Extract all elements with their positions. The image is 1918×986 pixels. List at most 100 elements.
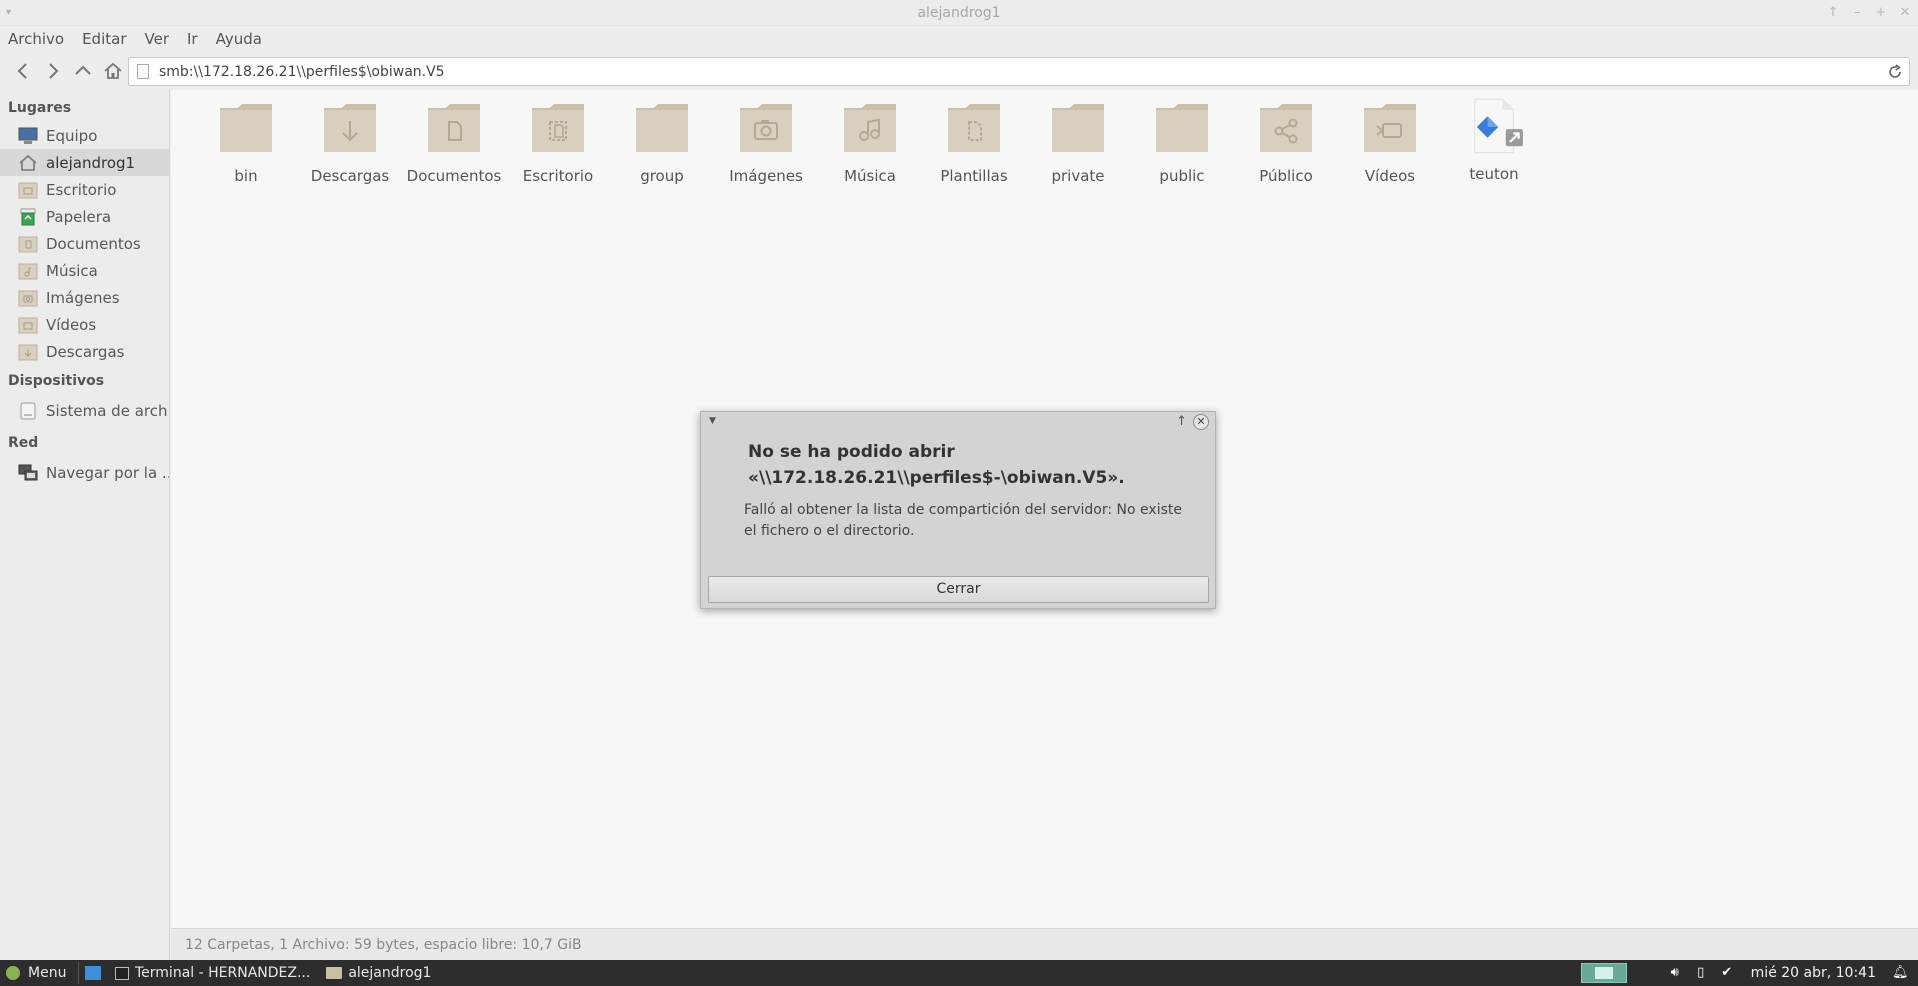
update-check-icon[interactable]: ✔ <box>1719 965 1735 981</box>
file-item-name: group <box>640 167 684 185</box>
system-tray: 🔊︎ ▯ ✔ mié 20 abr, 10:41 🔔︎ <box>1580 960 1918 986</box>
back-button[interactable] <box>8 56 38 86</box>
file-item-plantillas[interactable]: Plantillas <box>922 100 1026 190</box>
start-menu-button[interactable]: Menu <box>0 965 72 981</box>
trash-icon <box>18 208 38 226</box>
sidebar-item-label: Navegar por la ... <box>46 464 169 482</box>
volume-icon[interactable]: 🔊︎ <box>1667 965 1683 981</box>
location-bar[interactable]: smb:\\172.18.26.21\\perfiles$\obiwan.V5 <box>128 57 1910 86</box>
menu-ayuda[interactable]: Ayuda <box>216 30 262 48</box>
network-icon <box>18 464 38 482</box>
videos-folder-icon <box>1364 104 1416 152</box>
taskbar-task-terminal[interactable]: Terminal - HERNANDEZ... <box>107 960 318 986</box>
battery-icon[interactable]: ▯ <box>1693 965 1709 981</box>
parent-folder-button[interactable] <box>68 56 98 86</box>
sidebar-item-imagenes[interactable]: Imágenes <box>0 284 169 311</box>
sidebar-item-label: Imágenes <box>46 288 120 307</box>
window-maximize-icon[interactable]: + <box>1874 0 1888 26</box>
file-item-name: Público <box>1259 167 1313 185</box>
file-item-musica[interactable]: Música <box>818 100 922 190</box>
file-item-public[interactable]: public <box>1130 100 1234 190</box>
public-share-folder-icon <box>1260 104 1312 152</box>
sidebar-item-label: Vídeos <box>46 315 97 334</box>
sidebar-item-label: Equipo <box>46 126 98 145</box>
documents-folder-icon <box>18 235 38 253</box>
chevron-right-icon <box>49 63 59 79</box>
menu-editar[interactable]: Editar <box>82 30 126 48</box>
sidebar-item-musica[interactable]: Música <box>0 257 169 284</box>
taskbar: Menu Terminal - HERNANDEZ... alejandrog1… <box>0 960 1918 986</box>
forward-button[interactable] <box>38 56 68 86</box>
menu-ir[interactable]: Ir <box>187 30 198 48</box>
close-button[interactable]: Cerrar <box>708 576 1209 603</box>
dialog-close-icon[interactable]: ✕ <box>1193 414 1209 430</box>
clock[interactable]: mié 20 abr, 10:41 <box>1745 965 1882 981</box>
sidebar-item-filesystem[interactable]: Sistema de arch... <box>0 395 169 427</box>
taskbar-task-file-manager[interactable]: alejandrog1 <box>318 960 439 986</box>
dialog-above-icon[interactable]: ↑ <box>1176 414 1187 429</box>
sidebar-item-papelera[interactable]: Papelera <box>0 203 169 230</box>
notifications-bell-icon[interactable]: 🔔︎ <box>1892 965 1909 981</box>
folder-icon <box>1156 104 1208 152</box>
templates-folder-icon <box>948 104 1000 152</box>
menu-archivo[interactable]: Archivo <box>8 30 64 48</box>
file-item-private[interactable]: private <box>1026 100 1130 190</box>
sidebar-item-browse-network[interactable]: Navegar por la ... <box>0 457 169 489</box>
reload-icon[interactable] <box>1887 64 1903 80</box>
home-button[interactable] <box>98 56 128 86</box>
menubar: Archivo Editar Ver Ir Ayuda <box>0 26 1918 52</box>
show-desktop-icon[interactable] <box>85 966 101 980</box>
file-item-documentos[interactable]: Documentos <box>402 100 506 190</box>
file-item-videos[interactable]: Vídeos <box>1338 100 1442 190</box>
documents-folder-icon <box>428 104 480 152</box>
file-item-name: teuton <box>1469 165 1519 183</box>
sidebar-item-descargas[interactable]: Descargas <box>0 338 169 365</box>
chevron-left-icon <box>17 63 27 79</box>
videos-folder-icon <box>18 316 38 334</box>
sidebar: Lugares Equipo alejandrog1 Escritorio Pa… <box>0 90 170 960</box>
file-item-publico[interactable]: Público <box>1234 100 1338 190</box>
sidebar-item-label: Papelera <box>46 207 112 226</box>
window-controls: ↑ – + ✕ <box>1826 0 1912 26</box>
sidebar-item-label: Documentos <box>46 234 141 253</box>
workspace-switcher[interactable] <box>1580 963 1627 983</box>
dialog-message: Falló al obtener la lista de compartició… <box>744 502 1182 539</box>
file-item-descargas[interactable]: Descargas <box>298 100 402 190</box>
file-item-name: Plantillas <box>940 167 1008 185</box>
file-item-name: Música <box>844 167 896 185</box>
pictures-folder-icon <box>18 289 38 307</box>
sidebar-item-home[interactable]: alejandrog1 <box>0 149 169 176</box>
folder-icon <box>636 104 688 152</box>
file-item-name: Documentos <box>406 167 502 185</box>
window-menu-icon[interactable]: ▾ <box>6 0 11 26</box>
window-minimize-icon[interactable]: – <box>1850 0 1864 26</box>
sidebar-item-videos[interactable]: Vídeos <box>0 311 169 338</box>
sidebar-item-escritorio[interactable]: Escritorio <box>0 176 169 203</box>
sidebar-section-network: Red <box>8 435 39 451</box>
sidebar-section-devices: Dispositivos <box>8 373 105 389</box>
file-item-escritorio[interactable]: Escritorio <box>506 100 610 190</box>
sidebar-item-equipo[interactable]: Equipo <box>0 122 169 149</box>
file-item-name: Vídeos <box>1364 167 1416 185</box>
error-dialog: ▼ ↑ ✕ No se ha podido abrir «\\172.18.26… <box>700 411 1216 609</box>
toolbar: smb:\\172.18.26.21\\perfiles$\obiwan.V5 <box>0 52 1918 90</box>
sidebar-section-places: Lugares <box>8 100 72 116</box>
file-item-imagenes[interactable]: Imágenes <box>714 100 818 190</box>
file-item-name: Escritorio <box>522 167 594 185</box>
sidebar-item-documentos[interactable]: Documentos <box>0 230 169 257</box>
desktop-folder-icon <box>532 104 584 152</box>
task-label: alejandrog1 <box>348 965 432 981</box>
taskbar-separator <box>78 962 79 984</box>
file-item-teuton[interactable]: teuton <box>1442 98 1546 190</box>
window-close-icon[interactable]: ✕ <box>1898 0 1912 26</box>
window-above-icon[interactable]: ↑ <box>1826 0 1840 26</box>
dialog-menu-icon[interactable]: ▼ <box>709 416 716 426</box>
home-icon <box>18 154 38 172</box>
home-icon <box>104 62 122 79</box>
sidebar-item-label: Descargas <box>46 342 125 361</box>
computer-icon <box>18 127 38 145</box>
menu-ver[interactable]: Ver <box>145 30 170 48</box>
pictures-folder-icon <box>740 104 792 152</box>
file-item-group[interactable]: group <box>610 100 714 190</box>
file-item-bin[interactable]: bin <box>194 100 298 190</box>
